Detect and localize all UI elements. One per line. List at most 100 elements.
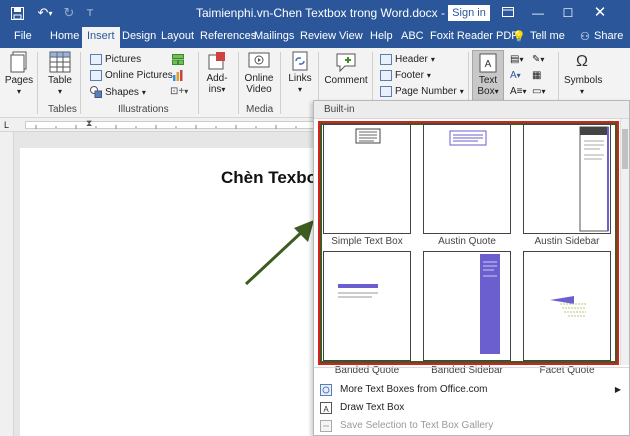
links-button[interactable]: Links ▾ <box>286 51 314 95</box>
minimize-icon[interactable]: — <box>528 3 548 23</box>
draw-text-box-label: Draw Text Box <box>340 402 405 413</box>
media-group-label: Media <box>246 104 274 115</box>
date-time-icon[interactable]: ▦ <box>532 70 541 81</box>
pages-icon <box>10 51 28 73</box>
addins-button[interactable]: Add-ins▾ <box>202 51 232 95</box>
online-video-button[interactable]: Online Video <box>242 51 276 95</box>
document-page[interactable] <box>20 148 320 436</box>
gallery-item-label: Austin Quote <box>438 236 496 247</box>
indent-marker-icon[interactable]: ⧗ <box>86 118 92 129</box>
sign-in-button[interactable]: Sign in <box>448 5 490 21</box>
save-selection-icon <box>320 420 332 432</box>
footer-button[interactable]: Footer ▾ <box>380 70 431 81</box>
tab-review[interactable]: Review <box>300 30 336 42</box>
text-box-icon: A <box>479 53 497 73</box>
lightbulb-icon: 💡 <box>512 31 526 43</box>
share-button[interactable]: Share <box>594 30 623 42</box>
gallery-scrollbar[interactable] <box>620 119 629 365</box>
link-icon <box>291 51 309 71</box>
customize-qat-icon[interactable]: ⊤ <box>84 4 96 22</box>
smartart-icon[interactable] <box>172 54 184 65</box>
gallery-item-label: Austin Sidebar <box>534 236 600 247</box>
annotation-arrow <box>244 220 314 286</box>
header-button[interactable]: Header ▾ <box>380 54 435 65</box>
footer-icon <box>380 70 392 81</box>
tab-design[interactable]: Design <box>122 30 156 42</box>
shapes-icon <box>90 86 102 98</box>
tab-references[interactable]: References <box>200 30 256 42</box>
pictures-button[interactable]: Pictures <box>90 54 141 65</box>
screenshot-icon[interactable]: ⊡+▾ <box>170 86 188 97</box>
pictures-label: Pictures <box>105 54 142 65</box>
online-pictures-button[interactable]: Online Pictures <box>90 70 173 81</box>
gallery-item-label: Simple Text Box <box>331 236 403 247</box>
picture-icon <box>90 54 102 65</box>
person-icon: ⚇ <box>580 31 590 43</box>
window-title: Taimienphi.vn-Chen Textbox trong Word.do… <box>196 6 477 20</box>
drop-cap-icon[interactable]: A≡▾ <box>510 86 527 97</box>
comment-button[interactable]: Comment <box>324 51 368 86</box>
facet-quote-thumbnail[interactable] <box>523 251 611 361</box>
comment-icon <box>335 51 357 73</box>
header-label: Header <box>395 54 428 65</box>
svg-text:A: A <box>485 59 492 70</box>
wordart-icon[interactable]: A▾ <box>510 70 521 81</box>
tab-selector-icon[interactable]: L <box>4 120 9 130</box>
close-icon[interactable]: ✕ <box>590 3 610 23</box>
chart-icon[interactable] <box>172 70 184 81</box>
divider <box>198 52 199 114</box>
banded-sidebar-thumbnail[interactable] <box>423 251 511 361</box>
page-number-button[interactable]: Page Number ▾ <box>380 86 464 97</box>
tell-me-box[interactable]: Tell me <box>530 30 565 42</box>
draw-text-box-icon: A <box>320 402 332 414</box>
addins-icon <box>207 51 227 71</box>
scrollbar-thumb[interactable] <box>622 129 628 169</box>
quick-parts-icon[interactable]: ▤▾ <box>510 54 523 65</box>
vertical-ruler <box>0 132 14 436</box>
banded-quote-thumbnail[interactable] <box>323 251 411 361</box>
undo-icon[interactable]: ↶ ▾ <box>34 4 56 22</box>
omega-icon: Ω <box>576 53 588 70</box>
austin-quote-thumbnail[interactable] <box>423 124 511 234</box>
office-online-icon <box>320 384 332 396</box>
shapes-button[interactable]: Shapes ▾ <box>90 86 146 98</box>
tab-foxit-reader-pdf[interactable]: Foxit Reader PDF <box>430 30 518 42</box>
symbols-label: Symbols <box>564 75 603 86</box>
text-box-button[interactable]: A Text Box▾ <box>472 50 504 102</box>
simple-text-box-thumbnail[interactable] <box>323 124 411 234</box>
save-selection-item[interactable]: Save Selection to Text Box Gallery <box>314 416 629 434</box>
symbols-button[interactable]: Ω Symbols ▾ <box>564 51 603 97</box>
online-pictures-label: Online Pictures <box>105 70 173 81</box>
footer-label: Footer <box>395 70 424 81</box>
pages-button[interactable]: Pages ▾ <box>4 51 34 97</box>
online-video-label: Online Video <box>244 73 274 95</box>
tab-view[interactable]: View <box>339 30 363 42</box>
tables-group-label: Tables <box>48 104 77 115</box>
svg-text:A: A <box>323 405 329 414</box>
divider <box>80 52 81 114</box>
tab-home[interactable]: Home <box>50 30 79 42</box>
save-icon[interactable] <box>8 4 26 22</box>
ruler-track <box>25 121 315 129</box>
table-button[interactable]: Table ▾ <box>44 51 76 97</box>
links-label: Links <box>288 73 312 84</box>
signature-line-icon[interactable]: ✎▾ <box>532 54 544 65</box>
tab-abc[interactable]: ABC <box>401 30 424 42</box>
draw-text-box-item[interactable]: A Draw Text Box <box>314 398 629 416</box>
tab-insert[interactable]: Insert <box>82 27 120 48</box>
table-icon <box>49 51 71 73</box>
redo-icon[interactable]: ↻ <box>62 4 76 22</box>
ribbon-display-icon[interactable] <box>498 3 518 23</box>
more-text-boxes-label: More Text Boxes from Office.com <box>340 384 488 395</box>
maximize-icon[interactable]: ☐ <box>558 3 578 23</box>
object-icon[interactable]: ▭▾ <box>532 86 545 97</box>
tab-layout[interactable]: Layout <box>161 30 194 42</box>
tab-help[interactable]: Help <box>370 30 393 42</box>
tab-mailings[interactable]: Mailings <box>254 30 294 42</box>
tab-file[interactable]: File <box>14 30 32 42</box>
austin-sidebar-thumbnail[interactable] <box>523 124 611 234</box>
save-selection-label: Save Selection to Text Box Gallery <box>340 420 494 431</box>
header-icon <box>380 54 392 65</box>
more-text-boxes-item[interactable]: More Text Boxes from Office.com ▶ <box>314 380 629 398</box>
document-heading: Chèn Texbox <box>221 168 327 187</box>
